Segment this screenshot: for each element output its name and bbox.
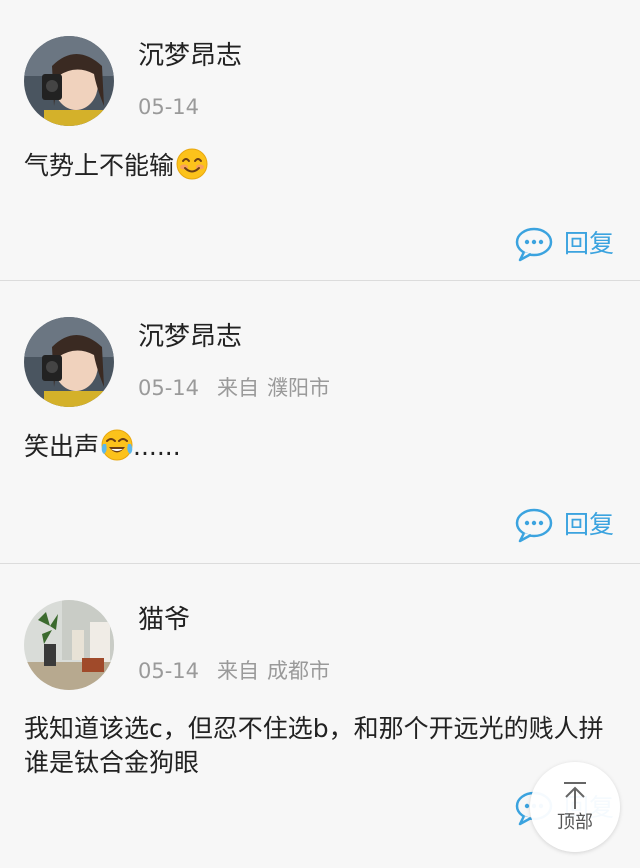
back-to-top-button[interactable]: 顶部	[530, 762, 620, 852]
from-label: 来自	[217, 659, 260, 683]
comment-item: 沉梦昂志 05-14 来自 濮阳市 笑出声 ...... 回复	[0, 281, 640, 564]
smiling-face-emoji	[176, 148, 208, 180]
username[interactable]: 沉梦昂志	[138, 40, 242, 72]
username[interactable]: 沉梦昂志	[138, 321, 242, 353]
comment-text: 气势上不能输	[24, 148, 604, 183]
reply-button[interactable]: 回复	[514, 226, 614, 262]
comment-body: 气势上不能输	[24, 151, 175, 180]
comment-text: 笑出声 ......	[24, 429, 604, 464]
comment-body: 笑出声	[24, 432, 100, 461]
comment-body: 我知道该选c，但忍不住选b，和那个开远光的贱人拼谁是钛合金狗眼	[24, 714, 604, 777]
location-city: 濮阳市	[267, 376, 331, 400]
avatar-photo	[24, 36, 114, 126]
comment-body-suffix: ......	[133, 432, 181, 461]
from-label: 来自	[217, 376, 260, 400]
comment-date: 05-14	[138, 95, 200, 119]
avatar-photo	[24, 600, 114, 690]
avatar-photo	[24, 317, 114, 407]
comment-meta: 05-14 来自 濮阳市	[138, 375, 330, 401]
reply-button[interactable]: 回复	[514, 507, 614, 543]
arrow-up-icon	[564, 782, 586, 809]
comment-text: 我知道该选c，但忍不住选b，和那个开远光的贱人拼谁是钛合金狗眼	[24, 712, 604, 780]
location-city: 成都市	[267, 659, 331, 683]
comment-date: 05-14	[138, 376, 200, 400]
avatar[interactable]	[24, 317, 114, 407]
tears-of-joy-emoji	[101, 429, 133, 461]
comment-bubble-icon	[515, 508, 553, 543]
username[interactable]: 猫爷	[138, 604, 190, 636]
comment-item: 沉梦昂志 05-14 气势上不能输 回复	[0, 0, 640, 281]
comment-date: 05-14	[138, 659, 200, 683]
reply-label: 回复	[563, 510, 614, 539]
comment-meta: 05-14	[138, 94, 199, 120]
avatar[interactable]	[24, 36, 114, 126]
reply-label: 回复	[563, 229, 614, 258]
comment-bubble-icon	[515, 227, 553, 262]
avatar[interactable]	[24, 600, 114, 690]
back-to-top-label: 顶部	[557, 812, 593, 833]
comment-meta: 05-14 来自 成都市	[138, 658, 330, 684]
